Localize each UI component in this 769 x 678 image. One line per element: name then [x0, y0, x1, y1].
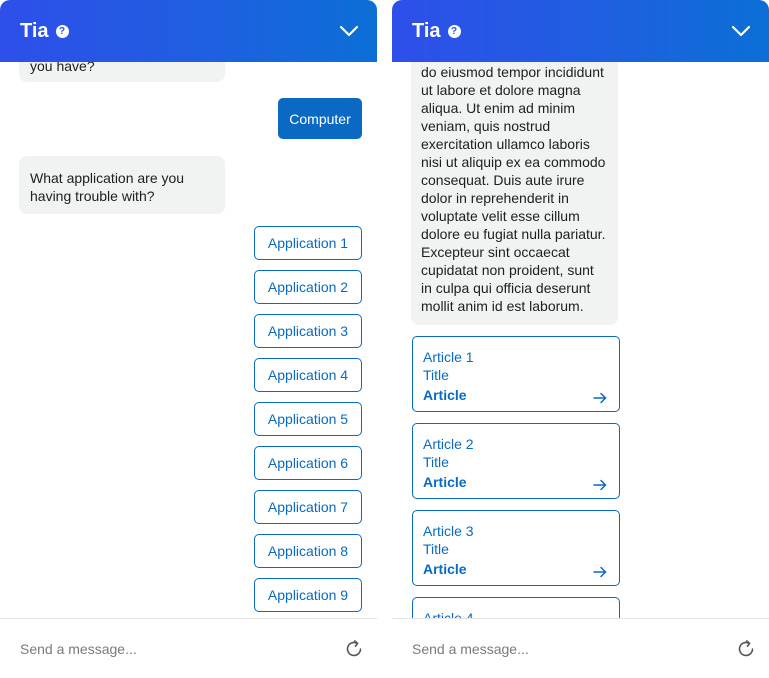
chevron-down-icon — [731, 25, 751, 37]
option-button-application-9[interactable]: Application 9 — [254, 578, 362, 612]
article-title: Article 1 — [423, 349, 474, 365]
chat-footer — [392, 618, 769, 678]
arrow-right-icon — [593, 479, 607, 491]
article-type-label: Article — [423, 387, 467, 403]
chat-footer — [0, 618, 377, 678]
article-title: Article 4 — [423, 610, 474, 618]
bot-message-text: you have? — [30, 62, 95, 74]
article-title-line2: Title — [423, 454, 449, 470]
article-card-2[interactable]: Article 2 Title Article — [412, 423, 620, 499]
chat-header: Tia ? — [392, 0, 769, 62]
message-input[interactable] — [412, 640, 735, 657]
user-message-text: Computer — [289, 110, 351, 127]
refresh-button[interactable] — [343, 638, 365, 660]
article-title-line2: Title — [423, 541, 449, 557]
message-list[interactable]: you have? Computer What application are … — [0, 62, 377, 618]
option-button-application-6[interactable]: Application 6 — [254, 446, 362, 480]
bot-message-text: do eiusmod tempor incididunt ut labore e… — [421, 64, 606, 314]
option-button-application-4[interactable]: Application 4 — [254, 358, 362, 392]
arrow-right-icon — [593, 566, 607, 578]
bot-message-text: What application are you having trouble … — [30, 170, 185, 204]
chat-header: Tia ? — [0, 0, 377, 62]
option-button-application-8[interactable]: Application 8 — [254, 534, 362, 568]
article-title: Article 2 — [423, 436, 474, 452]
article-card-1[interactable]: Article 1 Title Article — [412, 336, 620, 412]
bot-message: do eiusmod tempor incididunt ut labore e… — [411, 62, 618, 325]
message-input[interactable] — [20, 640, 343, 657]
chat-title: Tia — [412, 19, 441, 42]
option-button-application-2[interactable]: Application 2 — [254, 270, 362, 304]
collapse-button[interactable] — [335, 17, 363, 45]
article-type-label: Article — [423, 561, 467, 577]
refresh-button[interactable] — [735, 638, 757, 660]
article-title-line2: Title — [423, 367, 449, 383]
article-card-4[interactable]: Article 4 — [412, 597, 620, 618]
chat-widget-right: Tia ? do eiusmod tempor incididunt ut la… — [392, 0, 769, 678]
article-title: Article 3 — [423, 523, 474, 539]
option-button-application-3[interactable]: Application 3 — [254, 314, 362, 348]
article-card-3[interactable]: Article 3 Title Article — [412, 510, 620, 586]
option-button-application-7[interactable]: Application 7 — [254, 490, 362, 524]
chevron-down-icon — [339, 25, 359, 37]
collapse-button[interactable] — [727, 17, 755, 45]
bot-message: What application are you having trouble … — [19, 156, 225, 214]
option-button-application-1[interactable]: Application 1 — [254, 226, 362, 260]
bot-message: you have? — [19, 62, 225, 82]
chat-title: Tia — [20, 19, 49, 42]
arrow-right-icon — [593, 392, 607, 404]
option-button-application-5[interactable]: Application 5 — [254, 402, 362, 436]
chat-widget-left: Tia ? you have? Computer What applicatio… — [0, 0, 377, 678]
user-message: Computer — [278, 98, 362, 139]
question-circle-icon[interactable]: ? — [447, 25, 461, 38]
message-list[interactable]: do eiusmod tempor incididunt ut labore e… — [392, 62, 769, 618]
refresh-icon — [738, 639, 754, 656]
question-circle-icon[interactable]: ? — [55, 25, 69, 38]
refresh-icon — [346, 639, 362, 656]
article-type-label: Article — [423, 474, 467, 490]
